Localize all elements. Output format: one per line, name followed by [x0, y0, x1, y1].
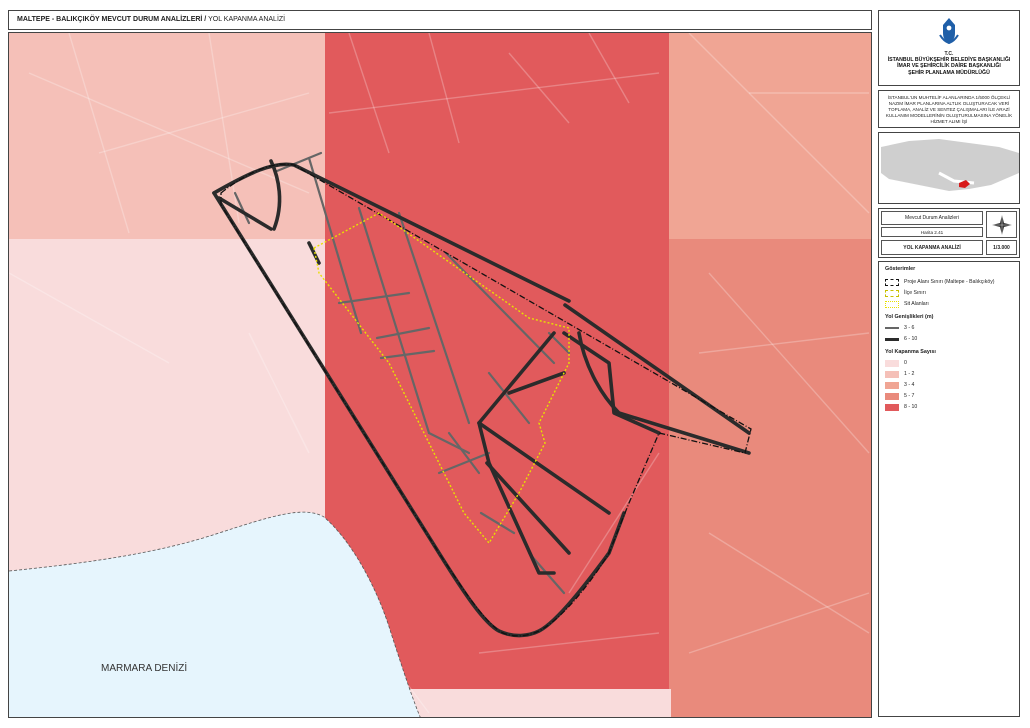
- closure-label-3: 5 - 7: [904, 393, 915, 399]
- legend-boundary-label: Proje Alanı Sınırı (Maltepe - Balıkçıköy…: [904, 279, 995, 285]
- zone-3-4-right: [669, 33, 871, 239]
- closure-class-0: 0: [885, 359, 907, 367]
- map-scale: 1/3.000: [986, 240, 1017, 255]
- closure-class-4: 8 - 10: [885, 403, 917, 411]
- closure-swatch-3: [885, 392, 899, 400]
- legend-district-label: İlçe Sınırı: [904, 290, 926, 296]
- org-line3: ŞEHİR PLANLAMA MÜDÜRLÜĞÜ: [908, 69, 990, 76]
- closure-class-1: 1 - 2: [885, 370, 914, 378]
- legend-sit: Sit Alanları: [885, 300, 929, 308]
- map-canvas[interactable]: MARMARA DENİZİ: [9, 33, 872, 718]
- closure-swatch-2: [885, 381, 899, 389]
- legend-title: Gösterimler: [885, 266, 916, 272]
- analysis-type: Mevcut Durum Analizleri: [881, 211, 983, 225]
- legend-sit-label: Sit Alanları: [904, 301, 929, 307]
- sit-swatch: [885, 300, 899, 308]
- closure-title: Yol Kapanma Sayısı: [885, 349, 936, 355]
- road-thin-label: 3 - 6: [904, 325, 915, 331]
- closure-class-2: 3 - 4: [885, 381, 914, 389]
- minimap-canvas: [879, 133, 1019, 203]
- map-number: Harita 2.41: [881, 227, 983, 237]
- legend-road-thick: 6 - 10: [885, 335, 917, 343]
- ibb-logo-icon: [939, 18, 959, 45]
- description-text: İSTANBUL'UN MUHTELİF ALANLARINDA 1/5000 …: [885, 95, 1013, 124]
- legend-district: İlçe Sınırı: [885, 289, 926, 297]
- organisation-panel: T.C. İSTANBUL BÜYÜKŞEHİR BELEDİYE BAŞKAN…: [878, 10, 1020, 86]
- org-line2: İMAR VE ŞEHİRCİLİK DAİRE BAŞKANLIĞI: [897, 63, 1001, 70]
- closure-swatch-0: [885, 359, 899, 367]
- road-thick-swatch: [885, 337, 899, 341]
- closure-label-1: 1 - 2: [904, 371, 915, 377]
- legend-boundary: Proje Alanı Sınırı (Maltepe - Balıkçıköy…: [885, 278, 995, 286]
- boundary-swatch: [885, 278, 899, 286]
- north-arrow-icon: [986, 211, 1017, 238]
- location-minimap: [878, 132, 1020, 204]
- closure-label-4: 8 - 10: [904, 404, 918, 410]
- map-frame[interactable]: MARMARA DENİZİ: [8, 32, 872, 718]
- district-swatch: [885, 289, 899, 297]
- map-title-bar: MALTEPE - BALIKÇIKÖY MEVCUT DURUM ANALİZ…: [8, 10, 872, 30]
- closure-swatch-1: [885, 370, 899, 378]
- zone-5-7-right: [669, 239, 871, 717]
- zone-0-bottom: [409, 689, 671, 717]
- closure-label-2: 3 - 4: [904, 382, 915, 388]
- title-sub: YOL KAPANMA ANALİZİ: [206, 16, 286, 23]
- road-thin-swatch: [885, 327, 899, 329]
- project-description: İSTANBUL'UN MUHTELİF ALANLARINDA 1/5000 …: [878, 90, 1020, 128]
- legend-road-thin: 3 - 6: [885, 324, 914, 332]
- sea-label: MARMARA DENİZİ: [101, 661, 187, 674]
- closure-swatch-4: [885, 403, 899, 411]
- legend-panel: Gösterimler Proje Alanı Sınırı (Maltepe …: [878, 261, 1020, 717]
- road-width-title: Yol Genişlikleri (m): [885, 314, 934, 320]
- closure-class-3: 5 - 7: [885, 392, 914, 400]
- road-thick-label: 6 - 10: [904, 336, 918, 342]
- title-main: MALTEPE - BALIKÇIKÖY MEVCUT DURUM ANALİZ…: [17, 16, 207, 23]
- map-info-panel: Mevcut Durum Analizleri Harita 2.41 YOL …: [878, 208, 1020, 258]
- closure-label-0: 0: [904, 360, 907, 366]
- map-subject: YOL KAPANMA ANALİZİ: [881, 240, 983, 255]
